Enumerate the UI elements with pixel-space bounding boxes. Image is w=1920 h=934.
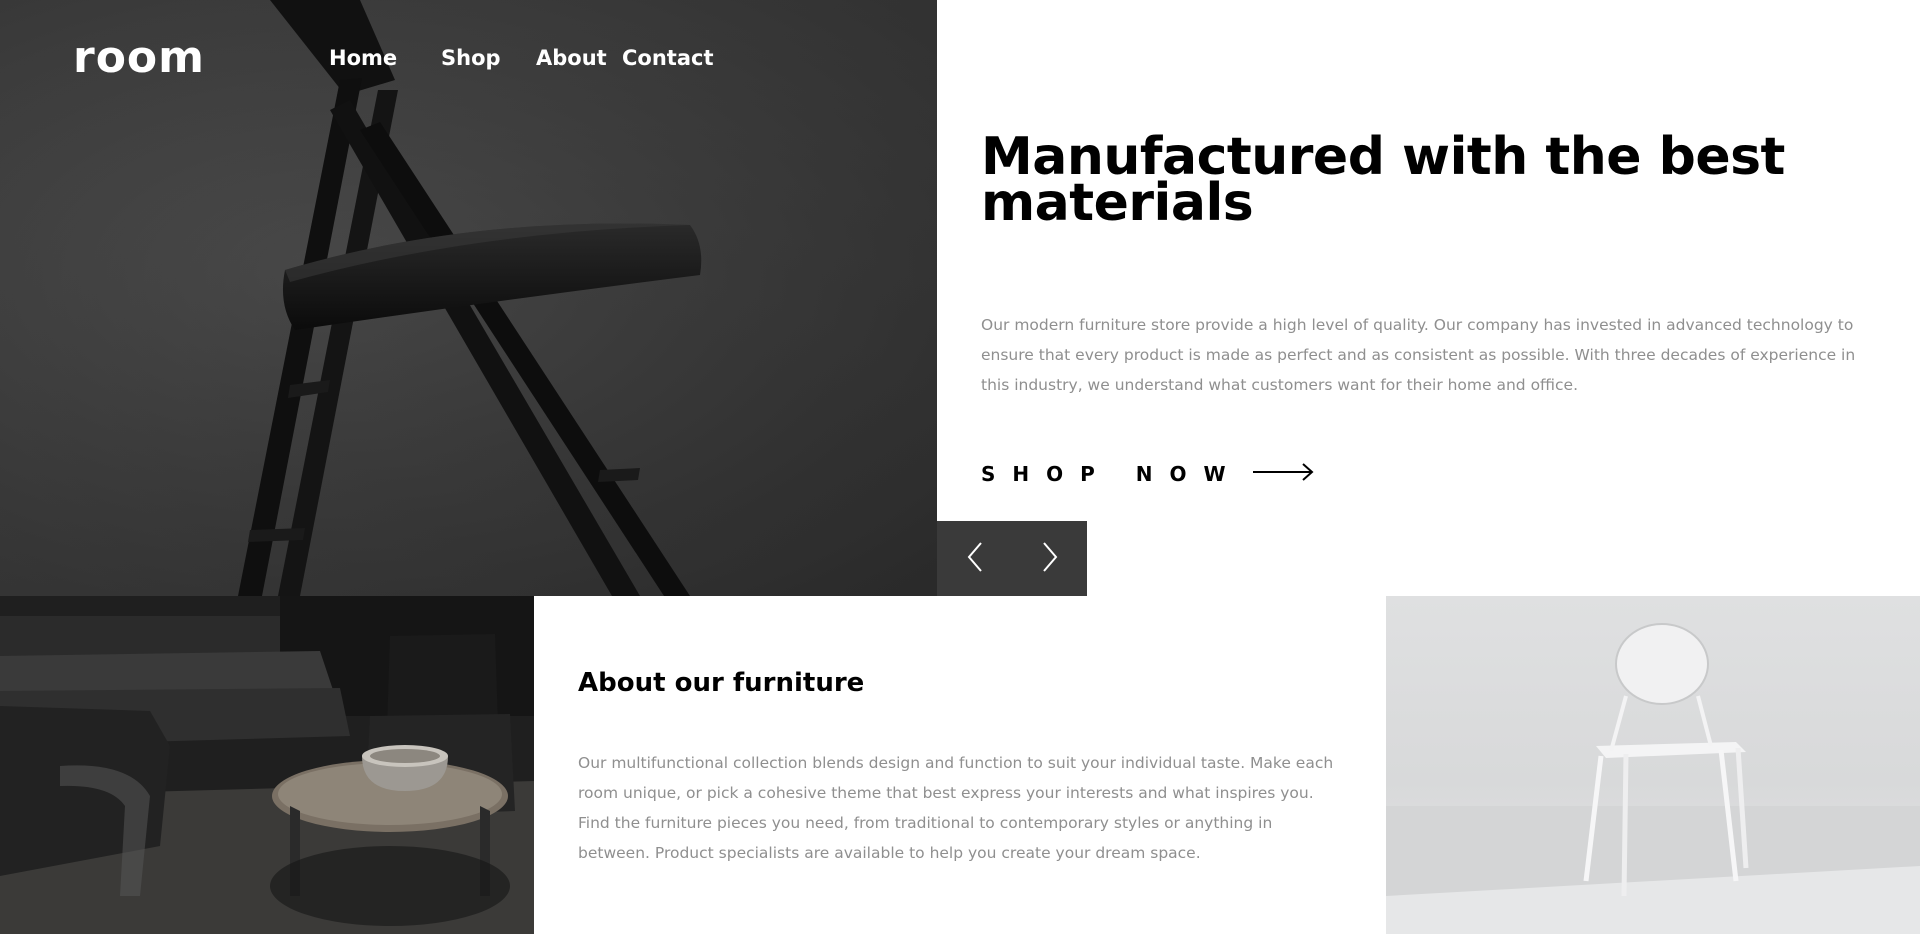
about-title: About our furniture — [578, 668, 865, 698]
nav-about-link[interactable]: About — [536, 46, 607, 70]
folding-chair-illustration — [0, 0, 937, 596]
chevron-right-icon — [1042, 541, 1058, 576]
hero-title: Manufactured with the best materials — [981, 127, 1785, 233]
about-description: Our multifunctional collection blends de… — [578, 754, 1334, 862]
nav-contact-link[interactable]: Contact — [622, 46, 714, 70]
slider-next-button[interactable] — [1012, 521, 1087, 596]
hero-image-folding-chair — [0, 0, 937, 596]
hero-description: Our modern furniture store provide a hig… — [981, 316, 1856, 394]
slider-controls — [937, 521, 1087, 596]
brand-logo[interactable]: room — [73, 32, 205, 83]
nav-home-link[interactable]: Home — [329, 46, 397, 70]
arrow-right-icon — [1252, 462, 1315, 486]
page: room Home Shop About Contact Manufacture… — [0, 0, 1920, 934]
living-room-illustration — [0, 596, 534, 934]
shop-now-label: SHOP NOW — [981, 462, 1243, 486]
shop-now-button[interactable]: SHOP NOW — [981, 462, 1315, 486]
chevron-left-icon — [967, 541, 983, 576]
about-image-white-chair — [1386, 596, 1920, 934]
white-chair-illustration — [1386, 623, 1920, 934]
nav-shop-link[interactable]: Shop — [441, 46, 501, 70]
slider-prev-button[interactable] — [937, 521, 1012, 596]
about-image-living-room — [0, 596, 534, 934]
